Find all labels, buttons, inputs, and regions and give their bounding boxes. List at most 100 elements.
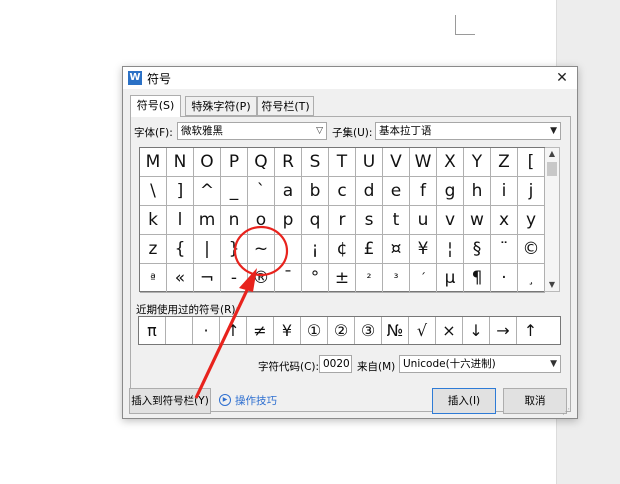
recent-symbol-cell[interactable]: ②: [328, 317, 355, 344]
symbol-cell[interactable]: M: [140, 148, 167, 177]
symbol-cell[interactable]: ¯: [275, 264, 302, 293]
symbol-cell[interactable]: ³: [383, 264, 410, 293]
symbol-cell[interactable]: l: [167, 206, 194, 235]
font-select[interactable]: 微软雅黑 ▽: [177, 122, 327, 140]
symbol-cell[interactable]: q: [302, 206, 329, 235]
symbol-cell[interactable]: ¢: [329, 235, 356, 264]
symbol-cell[interactable]: r: [329, 206, 356, 235]
symbol-cell[interactable]: c: [329, 177, 356, 206]
symbol-cell[interactable]: x: [491, 206, 518, 235]
tab-symbol-bar[interactable]: 符号栏(T): [257, 96, 314, 116]
recent-symbol-cell[interactable]: ·: [193, 317, 220, 344]
symbol-cell[interactable]: [: [518, 148, 545, 177]
symbol-cell[interactable]: £: [356, 235, 383, 264]
recent-symbol-cell[interactable]: ①: [301, 317, 328, 344]
symbol-cell[interactable]: z: [140, 235, 167, 264]
symbol-cell[interactable]: ^: [194, 177, 221, 206]
symbol-cell[interactable]: S: [302, 148, 329, 177]
symbol-cell[interactable]: e: [383, 177, 410, 206]
symbol-cell[interactable]: U: [356, 148, 383, 177]
symbol-cell[interactable]: }: [221, 235, 248, 264]
recent-symbol-cell[interactable]: ≠: [247, 317, 274, 344]
recent-symbol-cell[interactable]: ③: [355, 317, 382, 344]
symbol-cell[interactable]: ´: [410, 264, 437, 293]
symbol-cell[interactable]: ©: [518, 235, 545, 264]
symbol-cell[interactable]: `: [248, 177, 275, 206]
subset-select[interactable]: 基本拉丁语 ▼: [375, 122, 561, 140]
symbol-cell[interactable]: n: [221, 206, 248, 235]
symbol-cell[interactable]: -: [221, 264, 248, 293]
symbol-cell[interactable]: V: [383, 148, 410, 177]
symbol-cell[interactable]: [275, 235, 302, 264]
tab-special-characters[interactable]: 特殊字符(P): [185, 96, 257, 116]
symbol-cell[interactable]: «: [167, 264, 194, 293]
scroll-down-icon[interactable]: ▼: [545, 279, 559, 291]
symbol-grid-scrollbar[interactable]: ▲ ▼: [545, 147, 560, 292]
symbol-cell[interactable]: °: [302, 264, 329, 293]
symbol-cell[interactable]: µ: [437, 264, 464, 293]
symbol-cell[interactable]: b: [302, 177, 329, 206]
scrollbar-thumb[interactable]: [547, 162, 557, 176]
symbol-cell[interactable]: ]: [167, 177, 194, 206]
symbol-cell[interactable]: m: [194, 206, 221, 235]
symbol-cell[interactable]: ~: [248, 235, 275, 264]
symbol-cell[interactable]: i: [491, 177, 518, 206]
symbol-cell[interactable]: a: [275, 177, 302, 206]
symbol-cell[interactable]: N: [167, 148, 194, 177]
symbol-cell[interactable]: X: [437, 148, 464, 177]
symbol-cell[interactable]: _: [221, 177, 248, 206]
symbol-cell[interactable]: ®: [248, 264, 275, 293]
operation-tips-link[interactable]: 操作技巧: [235, 393, 277, 408]
symbol-cell[interactable]: v: [437, 206, 464, 235]
symbol-cell[interactable]: ¡: [302, 235, 329, 264]
symbol-cell[interactable]: f: [410, 177, 437, 206]
dialog-titlebar[interactable]: W 符号 ✕: [123, 67, 577, 89]
symbol-cell[interactable]: ª: [140, 264, 167, 293]
scroll-up-icon[interactable]: ▲: [545, 148, 559, 160]
recent-symbol-cell[interactable]: ×: [436, 317, 463, 344]
symbol-cell[interactable]: ¶: [464, 264, 491, 293]
recent-symbol-cell[interactable]: [166, 317, 193, 344]
symbol-cell[interactable]: R: [275, 148, 302, 177]
recent-symbol-cell[interactable]: ↑: [517, 317, 544, 344]
resize-grip-icon[interactable]: ⋰: [562, 407, 574, 417]
symbol-cell[interactable]: Z: [491, 148, 518, 177]
recent-symbol-cell[interactable]: ↓: [463, 317, 490, 344]
symbol-cell[interactable]: j: [518, 177, 545, 206]
symbol-cell[interactable]: g: [437, 177, 464, 206]
symbol-cell[interactable]: W: [410, 148, 437, 177]
char-code-input[interactable]: 0020: [319, 355, 352, 373]
close-icon[interactable]: ✕: [553, 69, 571, 87]
symbol-cell[interactable]: t: [383, 206, 410, 235]
symbol-cell[interactable]: k: [140, 206, 167, 235]
symbol-cell[interactable]: §: [464, 235, 491, 264]
symbol-cell[interactable]: ¥: [410, 235, 437, 264]
insert-button[interactable]: 插入(I): [432, 388, 496, 414]
symbol-cell[interactable]: s: [356, 206, 383, 235]
symbol-cell[interactable]: ¬: [194, 264, 221, 293]
symbol-cell[interactable]: y: [518, 206, 545, 235]
recent-symbol-cell[interactable]: ¥: [274, 317, 301, 344]
symbol-cell[interactable]: O: [194, 148, 221, 177]
tab-symbols[interactable]: 符号(S): [130, 95, 181, 117]
symbol-cell[interactable]: h: [464, 177, 491, 206]
symbol-cell[interactable]: T: [329, 148, 356, 177]
recent-symbol-cell[interactable]: π: [139, 317, 166, 344]
symbol-cell[interactable]: {: [167, 235, 194, 264]
symbol-cell[interactable]: \: [140, 177, 167, 206]
recent-symbol-cell[interactable]: →: [490, 317, 517, 344]
symbol-cell[interactable]: u: [410, 206, 437, 235]
symbol-cell[interactable]: d: [356, 177, 383, 206]
symbol-cell[interactable]: ²: [356, 264, 383, 293]
recent-symbol-cell[interactable]: №: [382, 317, 409, 344]
symbol-cell[interactable]: ¤: [383, 235, 410, 264]
symbol-cell[interactable]: ¨: [491, 235, 518, 264]
recent-symbol-cell[interactable]: √: [409, 317, 436, 344]
symbol-cell[interactable]: ·: [491, 264, 518, 293]
symbol-cell[interactable]: ¸: [518, 264, 545, 293]
symbol-cell[interactable]: ±: [329, 264, 356, 293]
cancel-button[interactable]: 取消: [503, 388, 567, 414]
symbol-cell[interactable]: o: [248, 206, 275, 235]
symbol-cell[interactable]: Y: [464, 148, 491, 177]
symbol-cell[interactable]: |: [194, 235, 221, 264]
